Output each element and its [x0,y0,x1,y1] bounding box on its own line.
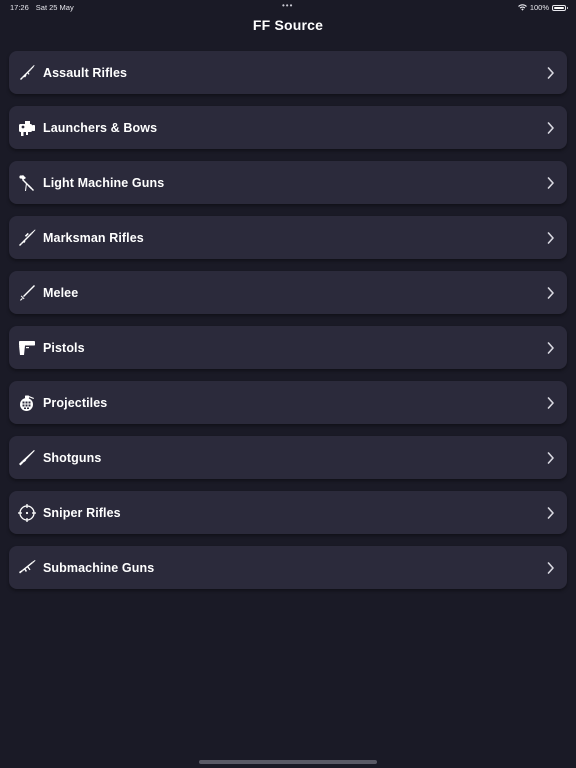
chevron-right-icon [547,286,555,299]
category-label: Launchers & Bows [43,120,158,135]
category-row-launchers-bows[interactable]: Launchers & Bows [9,106,567,149]
category-row-sniper-rifles[interactable]: Sniper Rifles [9,491,567,534]
category-label: Pistols [43,340,85,355]
chevron-right-icon [547,176,555,189]
category-label: Shotguns [43,450,102,465]
machine-gun-icon [17,173,37,193]
launcher-icon [17,118,37,138]
category-label: Assault Rifles [43,65,128,80]
chevron-right-icon [547,506,555,519]
status-bar: 17:26 Sat 25 May ••• 100% [0,0,576,14]
category-row-projectiles[interactable]: Projectiles [9,381,567,424]
assault-rifle-icon [17,63,37,83]
status-right: 100% [517,3,568,12]
multitasking-dots-icon[interactable]: ••• [282,1,293,10]
category-label: Marksman Rifles [43,230,144,245]
status-time: 17:26 [10,3,29,12]
chevron-right-icon [547,561,555,574]
shotgun-icon [17,448,37,468]
app-screen: 17:26 Sat 25 May ••• 100% FF Source Assa… [0,0,576,768]
chevron-right-icon [547,231,555,244]
category-row-melee[interactable]: Melee [9,271,567,314]
battery-icon [552,4,568,11]
chevron-right-icon [547,451,555,464]
category-row-marksman-rifles[interactable]: Marksman Rifles [9,216,567,259]
chevron-right-icon [547,396,555,409]
home-indicator[interactable] [199,760,377,764]
status-date: Sat 25 May [35,3,74,12]
sword-icon [17,283,37,303]
status-left: 17:26 Sat 25 May [10,3,74,12]
wifi-icon [517,4,527,11]
category-row-submachine-guns[interactable]: Submachine Guns [9,546,567,589]
chevron-right-icon [547,66,555,79]
pistol-icon [17,338,37,358]
marksman-rifle-icon [17,228,37,248]
category-label: Projectiles [43,395,108,410]
category-list: Assault Rifles Launchers & Bows Light Mach… [9,51,567,601]
chevron-right-icon [547,341,555,354]
category-label: Submachine Guns [43,560,155,575]
page-title: FF Source [252,17,324,33]
category-label: Light Machine Guns [43,175,165,190]
chevron-right-icon [547,121,555,134]
category-row-assault-rifles[interactable]: Assault Rifles [9,51,567,94]
grenade-icon [17,393,37,413]
category-label: Sniper Rifles [43,505,121,520]
category-row-light-machine-guns[interactable]: Light Machine Guns [9,161,567,204]
battery-percent: 100% [529,3,549,12]
submachine-gun-icon [17,558,37,578]
category-row-pistols[interactable]: Pistols [9,326,567,369]
crosshair-icon [17,503,37,523]
battery-fill [554,6,564,9]
category-label: Melee [43,285,79,300]
category-row-shotguns[interactable]: Shotguns [9,436,567,479]
